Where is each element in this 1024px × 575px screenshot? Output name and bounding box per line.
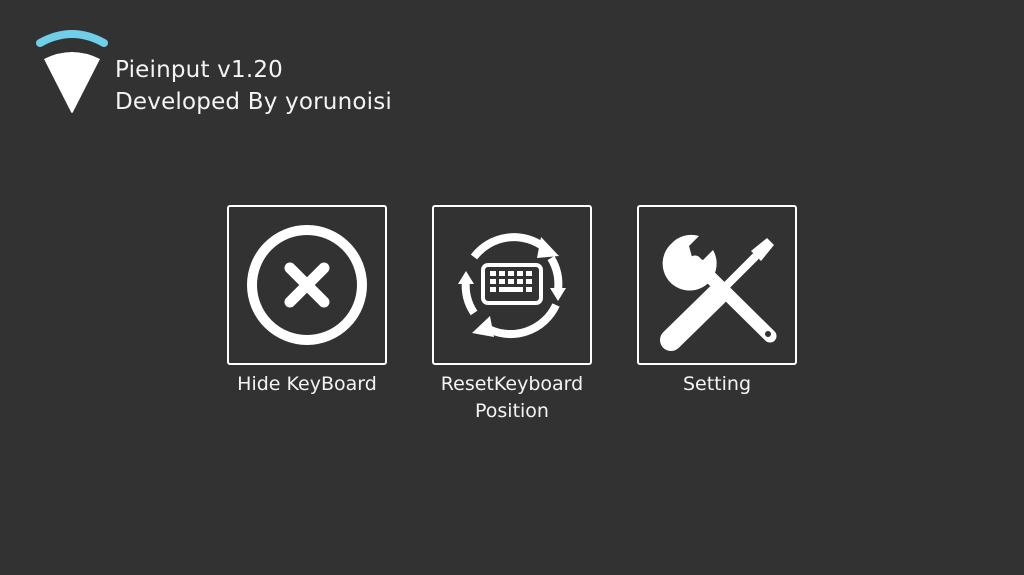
app-info: Pieinput v1.20 Developed By yorunoisi	[115, 54, 392, 118]
reset-keyboard-position-button[interactable]: ResetKeyboard Position	[407, 205, 617, 425]
close-circle-icon	[247, 225, 367, 345]
pie-slice-logo-icon	[36, 30, 108, 113]
main-menu: Hide KeyBoard ResetKeyboard Position Set…	[0, 205, 1024, 435]
hide-keyboard-label: Hide KeyBoard	[237, 373, 377, 395]
hide-keyboard-button[interactable]: Hide KeyBoard	[202, 205, 412, 398]
tools-icon	[660, 234, 777, 351]
setting-button[interactable]: Setting	[612, 205, 822, 398]
developer-credit: Developed By yorunoisi	[115, 89, 392, 115]
reset-keyboard-label: ResetKeyboard Position	[440, 373, 584, 422]
app-title: Pieinput v1.20	[115, 57, 284, 83]
hide-keyboard-tile[interactable]	[227, 205, 387, 365]
setting-label: Setting	[682, 373, 752, 395]
reset-keyboard-tile[interactable]	[432, 205, 592, 365]
setting-tile[interactable]	[637, 205, 797, 365]
keyboard-refresh-icon	[458, 233, 566, 339]
